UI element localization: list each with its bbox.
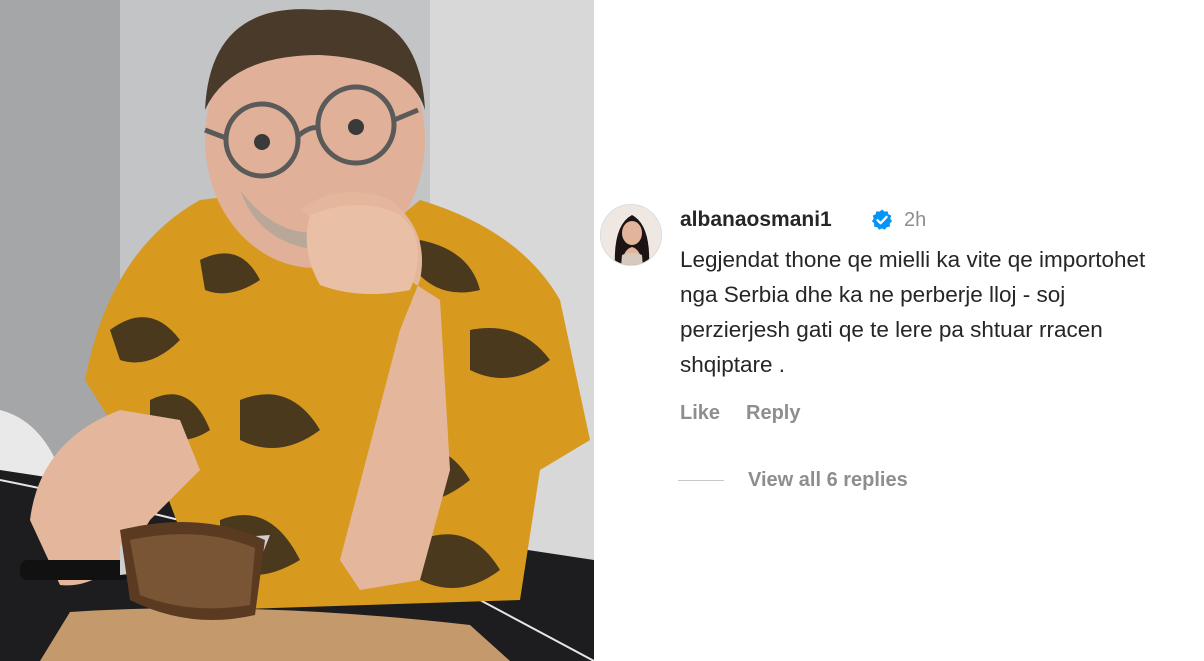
comment-text: Legjendat thone qe mielli ka vite qe imp…	[680, 247, 1146, 377]
verified-badge-icon	[870, 208, 894, 232]
comment-timestamp: 2h	[904, 209, 927, 231]
like-button[interactable]: Like	[680, 402, 720, 425]
avatar-image	[601, 205, 661, 265]
person-photo-illustration	[0, 0, 594, 661]
avatar[interactable]	[600, 204, 662, 266]
view-replies-button[interactable]: View all 6 replies	[748, 469, 908, 492]
replies-divider-line	[678, 480, 724, 481]
comment-panel: albanaosmani1 2h Legjendat thone qe miel…	[598, 0, 1204, 661]
post-photo	[0, 0, 594, 661]
reply-button[interactable]: Reply	[746, 402, 800, 425]
comment-username[interactable]: albanaosmani1	[680, 208, 832, 232]
